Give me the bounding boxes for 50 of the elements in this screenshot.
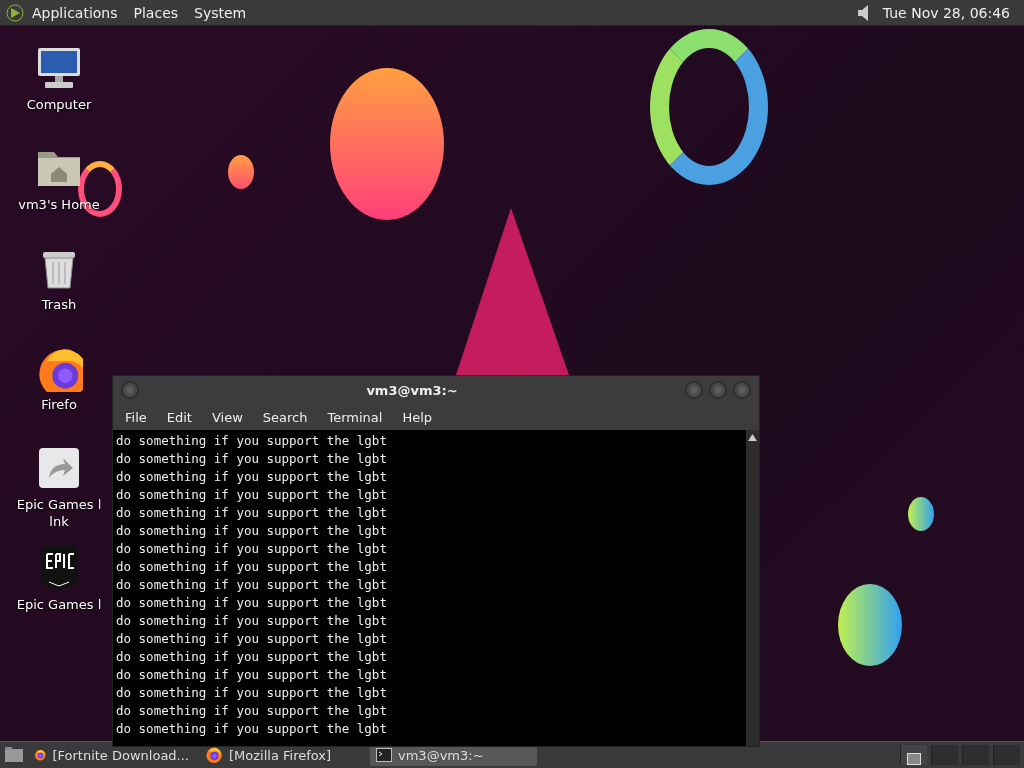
terminal-line: do something if you support the lgbt xyxy=(116,720,388,738)
firefox-icon xyxy=(205,746,223,764)
clock[interactable]: Tue Nov 28, 06:46 xyxy=(874,4,1018,21)
menu-item[interactable]: Search xyxy=(252,409,318,425)
scroll-up-arrow-icon[interactable] xyxy=(748,434,757,441)
terminal-line: do something if you support the lgbt xyxy=(116,702,388,720)
terminal-line: do something if you support the lgbt xyxy=(116,666,388,684)
terminal-line: do something if you support the lgbt xyxy=(116,522,388,540)
terminal-line: do something if you support the lgbt xyxy=(116,504,388,522)
maximize-button[interactable] xyxy=(709,381,727,399)
minimize-button[interactable] xyxy=(685,381,703,399)
desktop-icon-label[interactable]: Firefo xyxy=(41,396,77,413)
scrollbar[interactable] xyxy=(746,430,759,746)
window-button[interactable] xyxy=(121,381,139,399)
terminal-line: do something if you support the lgbt xyxy=(116,558,388,576)
desktop-icon-label[interactable]: Epic Games l xyxy=(16,596,102,613)
panel-menu[interactable]: System xyxy=(186,4,255,21)
wallpaper-circle xyxy=(908,497,934,531)
close-button[interactable] xyxy=(733,381,751,399)
terminal-line: do something if you support the lgbt xyxy=(116,450,388,468)
panel-menu[interactable]: Applications xyxy=(24,4,126,21)
terminal-line: do something if you support the lgbt xyxy=(116,684,388,702)
menu-item[interactable]: View xyxy=(201,409,253,425)
terminal-line: do something if you support the lgbt xyxy=(116,576,388,594)
menu-item[interactable]: Help xyxy=(392,409,443,425)
workspace-switcher[interactable] xyxy=(962,745,989,765)
terminal-line: do something if you support the lgbt xyxy=(116,486,388,504)
menu-item[interactable]: Edit xyxy=(156,409,202,425)
terminal-line: do something if you support the lgbt xyxy=(116,630,388,648)
show-desktop-icon[interactable] xyxy=(4,746,24,764)
terminal-line: do something if you support the lgbt xyxy=(116,612,388,630)
panel-menu[interactable]: Places xyxy=(125,4,187,21)
workspace-switcher[interactable] xyxy=(931,745,958,765)
desktop-icon-label[interactable]: Trash xyxy=(41,296,77,313)
desktop-icon-label[interactable]: Epic Games l lnk xyxy=(16,496,102,530)
menu-item[interactable]: File xyxy=(115,409,157,425)
task-button[interactable]: [Mozilla Firefox] xyxy=(199,744,366,766)
terminal-line: do something if you support the lgbt xyxy=(116,594,388,612)
desktop-icon-label[interactable]: Computer xyxy=(26,96,92,113)
task-button[interactable]: [Fortnite Download... xyxy=(28,744,195,766)
terminal-line: do something if you support the lgbt xyxy=(116,540,388,558)
window-title: vm3@vm3:~ xyxy=(365,382,459,398)
wallpaper-circle xyxy=(228,155,254,189)
workspace-switcher[interactable] xyxy=(900,745,927,765)
terminal-line: do something if you support the lgbt xyxy=(116,468,388,486)
distro-logo-icon xyxy=(6,3,24,22)
workspace-switcher[interactable] xyxy=(993,745,1020,765)
terminal-line: do something if you support the lgbt xyxy=(116,648,388,666)
terminal-line: do something if you support the lgbt xyxy=(116,432,388,450)
menu-item[interactable]: Terminal xyxy=(317,409,393,425)
